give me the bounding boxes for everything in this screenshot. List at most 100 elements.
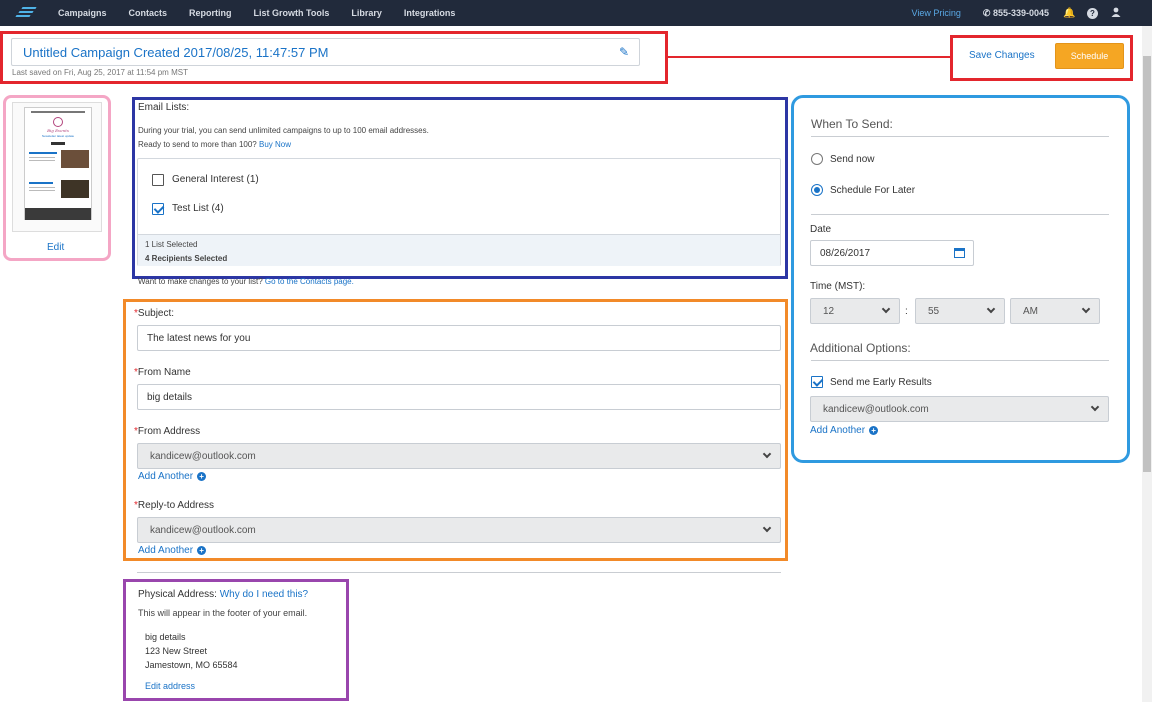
phone-number[interactable]: ✆ 855-339-0045 [983,8,1049,19]
address-line-2: 123 New Street [145,646,208,656]
send-now-radio[interactable] [811,153,823,165]
schedule-button[interactable]: Schedule [1055,43,1124,69]
thumb-footer [25,208,91,220]
nav-contacts[interactable]: Contacts [129,8,168,18]
trial-note: During your trial, you can send unlimite… [138,126,429,135]
general-interest-checkbox[interactable] [152,174,164,186]
plus-circle-icon: + [197,472,207,481]
test-list-checkbox[interactable] [152,203,164,215]
section-divider [811,136,1109,137]
edit-email-link[interactable]: Edit [47,242,64,253]
thumb-header-bar [31,111,85,113]
schedule-later-label[interactable]: Schedule For Later [830,185,915,196]
view-pricing-link[interactable]: View Pricing [912,8,961,18]
add-another-text: Add Another [138,545,194,556]
campaign-title-field[interactable]: Untitled Campaign Created 2017/08/25, 11… [11,38,640,66]
nav-integrations[interactable]: Integrations [404,8,456,18]
top-navigation-bar: Campaigns Contacts Reporting List Growth… [0,0,1152,26]
pencil-edit-icon[interactable]: ✎ [619,45,629,59]
from-name-input[interactable]: big details [137,384,781,410]
physical-address-note: This will appear in the footer of your e… [138,608,308,618]
nav-list-growth-tools[interactable]: List Growth Tools [254,8,330,18]
from-address-select[interactable]: kandicew@outlook.com [137,443,781,469]
address-line-1: big details [145,632,186,642]
date-input[interactable]: 08/26/2017 [810,240,974,266]
early-results-checkbox[interactable] [811,376,823,388]
nav-library[interactable]: Library [351,8,382,18]
recipients-selected-count: 4 Recipients Selected [145,254,228,263]
hour-select[interactable]: 12 [810,298,900,324]
email-preview-thumbnail[interactable]: Big Events Newsletter latest update [12,102,102,232]
email-lists-label: Email Lists: [138,102,190,113]
thumb-text-line [29,157,55,158]
ready-note-text: Ready to send to more than 100? [138,140,257,149]
help-icon[interactable]: ? [1087,7,1098,19]
user-account-icon[interactable] [1110,7,1122,20]
subject-label-text: Subject: [137,308,175,319]
last-saved-text: Last saved on Fri, Aug 25, 2017 at 11:54… [12,68,188,77]
edit-address-link[interactable]: Edit address [145,681,195,691]
add-another-from-address[interactable]: Add Another + [138,471,207,482]
physical-address-label: Physical Address: Why do I need this? [138,589,308,600]
campaign-title: Untitled Campaign Created 2017/08/25, 11… [23,44,329,60]
chevron-down-icon [1081,304,1091,314]
thumb-brand: Big Events [47,128,69,133]
thumb-text-line [29,152,57,154]
thumb-button [51,142,65,145]
calendar-icon[interactable] [954,248,965,258]
plus-circle-icon: + [869,426,879,435]
minute-select[interactable]: 55 [915,298,1005,324]
ampm-value: AM [1023,305,1038,317]
address-line-3: Jamestown, MO 65584 [145,660,238,670]
scrollbar-thumb[interactable] [1143,56,1151,472]
chevron-down-icon [762,449,772,459]
chevron-down-icon [762,523,772,533]
ampm-select[interactable]: AM [1010,298,1100,324]
list-changes-text: Want to make changes to your list? [138,277,263,286]
schedule-later-radio[interactable] [811,184,823,196]
thumb-text-line [29,160,55,161]
early-results-email-select[interactable]: kandicew@outlook.com [810,396,1109,422]
phone-number-text: 855-339-0045 [992,7,1049,18]
app-logo-icon[interactable] [15,6,38,20]
thumb-text-line [29,187,55,188]
from-name-label-text: From Name [137,367,191,378]
add-another-text: Add Another [810,425,866,436]
contacts-page-link[interactable]: Go to the Contacts page. [265,277,354,286]
reply-to-select[interactable]: kandicew@outlook.com [137,517,781,543]
when-to-send-heading: When To Send: [811,117,893,131]
early-results-label[interactable]: Send me Early Results [830,377,932,388]
reply-to-value: kandicew@outlook.com [150,524,256,536]
list-selection-summary: 1 List Selected 4 Recipients Selected [138,234,780,266]
reply-to-label-text: Reply-to Address [137,500,215,511]
lists-selected-count: 1 List Selected [145,240,198,249]
date-label: Date [810,224,832,235]
section-divider [811,360,1109,361]
subject-input[interactable]: The latest news for you [137,325,781,351]
from-address-label: *From Address [134,426,200,437]
from-address-label-text: From Address [137,426,201,437]
add-another-text: Add Another [138,471,194,482]
thumb-text-line [29,190,55,191]
buy-now-link[interactable]: Buy Now [259,140,291,149]
thumb-photo-2 [61,180,89,198]
reply-to-label: *Reply-to Address [134,500,214,511]
time-label: Time (MST): [810,281,866,292]
nav-reporting[interactable]: Reporting [189,8,232,18]
ready-note: Ready to send to more than 100? Buy Now [138,140,291,149]
email-list-selector: General Interest (1) Test List (4) 1 Lis… [137,158,781,266]
save-changes-link[interactable]: Save Changes [969,50,1035,61]
date-value: 08/26/2017 [820,247,871,259]
section-divider [137,572,781,573]
nav-campaigns[interactable]: Campaigns [58,8,107,18]
minute-value: 55 [928,305,940,317]
send-now-label[interactable]: Send now [830,154,874,165]
add-another-reply-to[interactable]: Add Another + [138,545,207,556]
thumb-logo-icon [53,117,63,127]
general-interest-label[interactable]: General Interest (1) [172,174,259,185]
add-another-early-results[interactable]: Add Another + [810,425,879,436]
test-list-label[interactable]: Test List (4) [172,203,224,214]
page-scrollbar[interactable] [1142,26,1152,702]
notifications-icon[interactable]: 🔔 [1063,8,1075,19]
why-do-i-need-this-link[interactable]: Why do I need this? [220,589,308,600]
